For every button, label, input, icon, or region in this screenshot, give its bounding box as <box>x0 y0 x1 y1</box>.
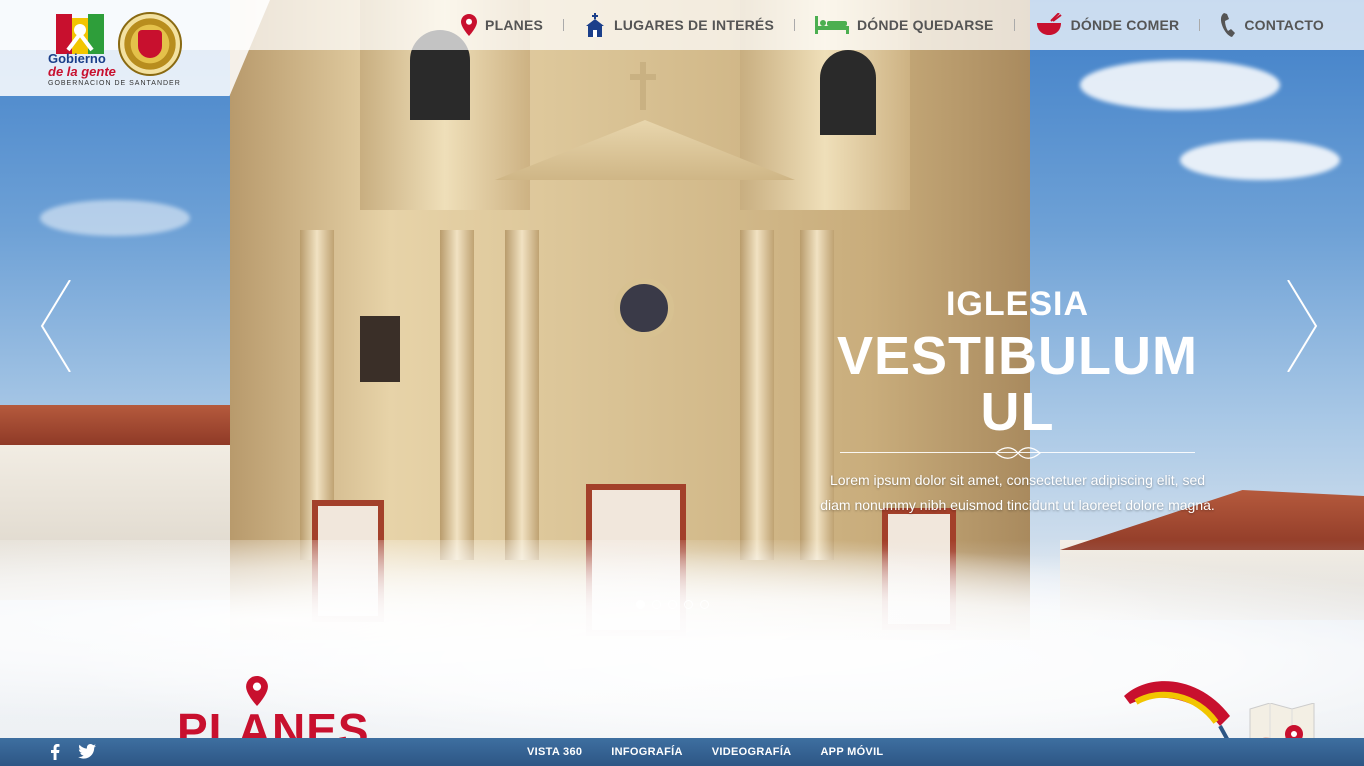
cloud <box>1180 140 1340 180</box>
cloud <box>40 200 190 236</box>
nav-contacto[interactable]: CONTACTO <box>1200 0 1344 50</box>
slide-title: VESTIBULUM UL <box>837 326 1198 442</box>
map-pin-icon <box>461 14 478 36</box>
chevron-right-icon <box>1287 279 1318 373</box>
facebook-icon[interactable] <box>50 744 60 760</box>
santander-seal-icon <box>118 12 182 76</box>
slide-kicker: IGLESIA <box>945 285 1090 323</box>
tile-roof-left <box>0 405 260 445</box>
nav-label: PLANES <box>485 17 544 33</box>
logo-line2: de la gente <box>48 64 116 79</box>
footer-link-infografia[interactable]: INFOGRAFÍA <box>611 746 682 758</box>
footer-links: VISTA 360 INFOGRAFÍA VIDEOGRAFÍA APP MÓV… <box>527 738 883 766</box>
church-icon <box>586 13 605 37</box>
tower-window <box>820 50 876 135</box>
twitter-icon[interactable] <box>78 744 96 759</box>
slider-dot-3[interactable] <box>668 600 677 609</box>
chevron-left-icon <box>40 279 71 373</box>
logo-caption: GOBERNACION DE SANTANDER <box>48 80 181 87</box>
church-window <box>360 316 400 382</box>
nav-quedarse[interactable]: DÓNDE QUEDARSE <box>795 0 1014 50</box>
rose-window <box>614 278 674 338</box>
slider-dot-2[interactable] <box>652 600 661 609</box>
column <box>740 230 774 560</box>
cloud <box>1080 60 1280 110</box>
slider-pagination <box>636 600 709 609</box>
footer-link-videografia[interactable]: VIDEOGRAFÍA <box>712 746 792 758</box>
footer-bar: VISTA 360 INFOGRAFÍA VIDEOGRAFÍA APP MÓV… <box>0 738 1364 766</box>
footer-link-app-movil[interactable]: APP MÓVIL <box>820 746 883 758</box>
column <box>505 230 539 560</box>
social-links <box>50 744 96 760</box>
bed-icon <box>815 16 849 34</box>
slide-description: Lorem ipsum dolor sit amet, consectetuer… <box>820 472 1215 513</box>
nav-lugares[interactable]: LUGARES DE INTERÉS <box>564 0 794 50</box>
slider-next-button[interactable] <box>1280 279 1320 373</box>
nav-comer[interactable]: DÓNDE COMER <box>1015 0 1200 50</box>
column <box>440 230 474 560</box>
map-pin-icon <box>246 676 268 706</box>
slider-dot-1[interactable] <box>636 600 645 609</box>
main-nav: PLANES LUGARES DE INTERÉS DÓNDE QUEDARSE… <box>441 0 1344 50</box>
ornament-divider <box>840 446 1195 460</box>
nav-label: LUGARES DE INTERÉS <box>614 17 774 33</box>
slider-dot-4[interactable] <box>684 600 693 609</box>
cross-icon <box>630 62 656 110</box>
food-bowl-icon <box>1036 13 1062 35</box>
phone-icon <box>1221 13 1236 37</box>
flourish-icon <box>994 447 1041 459</box>
gobierno-wordmark: Gobierno de la gente <box>48 52 116 78</box>
slider-dot-5[interactable] <box>700 600 709 609</box>
slide-caption: IGLESIA VESTIBULUM UL Lorem ipsum dolor … <box>820 285 1215 518</box>
footer-link-vista360[interactable]: VISTA 360 <box>527 746 582 758</box>
slider-prev-button[interactable] <box>38 279 78 373</box>
nav-label: DÓNDE COMER <box>1070 17 1180 33</box>
nav-planes[interactable]: PLANES <box>441 0 563 50</box>
nav-label: CONTACTO <box>1244 17 1324 33</box>
nav-label: DÓNDE QUEDARSE <box>857 17 994 33</box>
